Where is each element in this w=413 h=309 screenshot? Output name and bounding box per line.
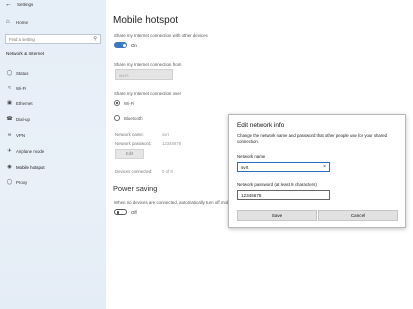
power-toggle-state: Off <box>131 210 137 215</box>
radio-wifi[interactable] <box>114 100 120 106</box>
radio-wifi-label: Wi-Fi <box>124 101 135 106</box>
share-from-label: Share my Internet connection from <box>114 62 182 67</box>
dialup-icon: ☎ <box>6 116 13 122</box>
dialog-description: Change the network name and password tha… <box>237 133 388 144</box>
cancel-button[interactable]: Cancel <box>318 210 398 221</box>
sidebar-item-label: Status <box>16 71 29 76</box>
globe-icon: ◯ <box>6 70 13 76</box>
share-over-label: Share my Internet connection over <box>114 91 182 96</box>
dialog-title: Edit network info <box>237 122 285 129</box>
radio-bluetooth[interactable] <box>114 115 120 121</box>
network-password-value: 12345678 <box>162 141 182 146</box>
edit-button[interactable]: Edit <box>115 149 144 159</box>
network-password-field[interactable]: 12345678 <box>237 190 330 200</box>
power-saving-toggle[interactable] <box>114 209 127 215</box>
network-name-field[interactable]: svrt × <box>237 162 330 172</box>
sidebar-item-label: Dial-up <box>16 117 30 122</box>
sidebar-section-heading: Network & Internet <box>6 51 45 56</box>
power-saving-heading: Power saving <box>113 184 158 193</box>
sidebar-item-ethernet[interactable]: ▣ Ethernet <box>0 98 106 110</box>
sidebar-item-wifi[interactable]: ≈ Wi-Fi <box>0 83 106 95</box>
search-placeholder: Find a setting <box>9 37 35 42</box>
sidebar-item-label: Mobile hotspot <box>16 165 45 170</box>
globe-icon: ◯ <box>6 179 13 185</box>
sidebar-home-label: Home <box>16 20 29 25</box>
page-title: Mobile hotspot <box>113 15 179 26</box>
sidebar-item-status[interactable]: ◯ Status <box>0 68 106 80</box>
network-password-field-value: 12345678 <box>241 193 262 198</box>
search-icon: ⚲ <box>93 36 97 42</box>
share-from-value: Wi-Fi <box>119 73 129 78</box>
clear-icon[interactable]: × <box>323 164 326 170</box>
back-arrow-icon[interactable]: ← <box>5 1 12 8</box>
sidebar-item-label: VPN <box>16 133 26 138</box>
wifi-icon: ≈ <box>8 85 11 91</box>
ethernet-icon: ▣ <box>7 100 12 106</box>
network-name-field-label: Network name <box>237 154 266 159</box>
share-connection-toggle[interactable] <box>114 42 127 48</box>
sidebar-item-vpn[interactable]: ∞ VPN <box>0 130 106 142</box>
title-bar: ← Settings <box>0 0 106 12</box>
sidebar: ← Settings ⌂ Home Find a setting ⚲ Netwo… <box>0 0 106 309</box>
network-password-field-label: Network password (at least 8 characters) <box>237 182 317 187</box>
network-password-label: Network password: <box>115 141 152 146</box>
sidebar-item-mobile-hotspot[interactable]: ◉ Mobile hotspot <box>0 162 106 174</box>
power-saving-desc: When no devices are connected, automatic… <box>114 200 232 205</box>
save-button[interactable]: Save <box>237 210 317 221</box>
share-from-select[interactable]: Wi-Fi <box>115 69 173 80</box>
airplane-icon: ✈ <box>7 148 12 154</box>
search-input[interactable]: Find a setting ⚲ <box>5 34 101 44</box>
share-toggle-state: On <box>131 43 137 48</box>
sidebar-item-label: Airplane mode <box>16 149 45 154</box>
sidebar-item-proxy[interactable]: ◯ Proxy <box>0 177 106 189</box>
share-connection-label: Share my Internet connection with other … <box>114 33 208 38</box>
sidebar-item-airplane-mode[interactable]: ✈ Airplane mode <box>0 146 106 158</box>
radio-bluetooth-label: Bluetooth <box>124 116 143 121</box>
sidebar-item-label: Wi-Fi <box>16 86 27 91</box>
edit-network-dialog: Edit network info Change the network nam… <box>228 114 406 228</box>
network-name-value: svrt <box>162 132 169 137</box>
home-icon: ⌂ <box>6 19 10 25</box>
app-title: Settings <box>17 2 34 7</box>
devices-connected-value: 0 of 8 <box>162 169 173 174</box>
sidebar-item-dialup[interactable]: ☎ Dial-up <box>0 114 106 126</box>
network-name-field-value: svrt <box>241 165 249 170</box>
sidebar-home[interactable]: ⌂ Home <box>6 19 102 27</box>
sidebar-item-label: Proxy <box>16 180 28 185</box>
network-name-label: Network name: <box>115 132 144 137</box>
sidebar-item-label: Ethernet <box>16 101 33 106</box>
vpn-icon: ∞ <box>7 132 12 138</box>
devices-connected-label: Devices connected: <box>115 169 153 174</box>
hotspot-icon: ◉ <box>7 164 12 170</box>
